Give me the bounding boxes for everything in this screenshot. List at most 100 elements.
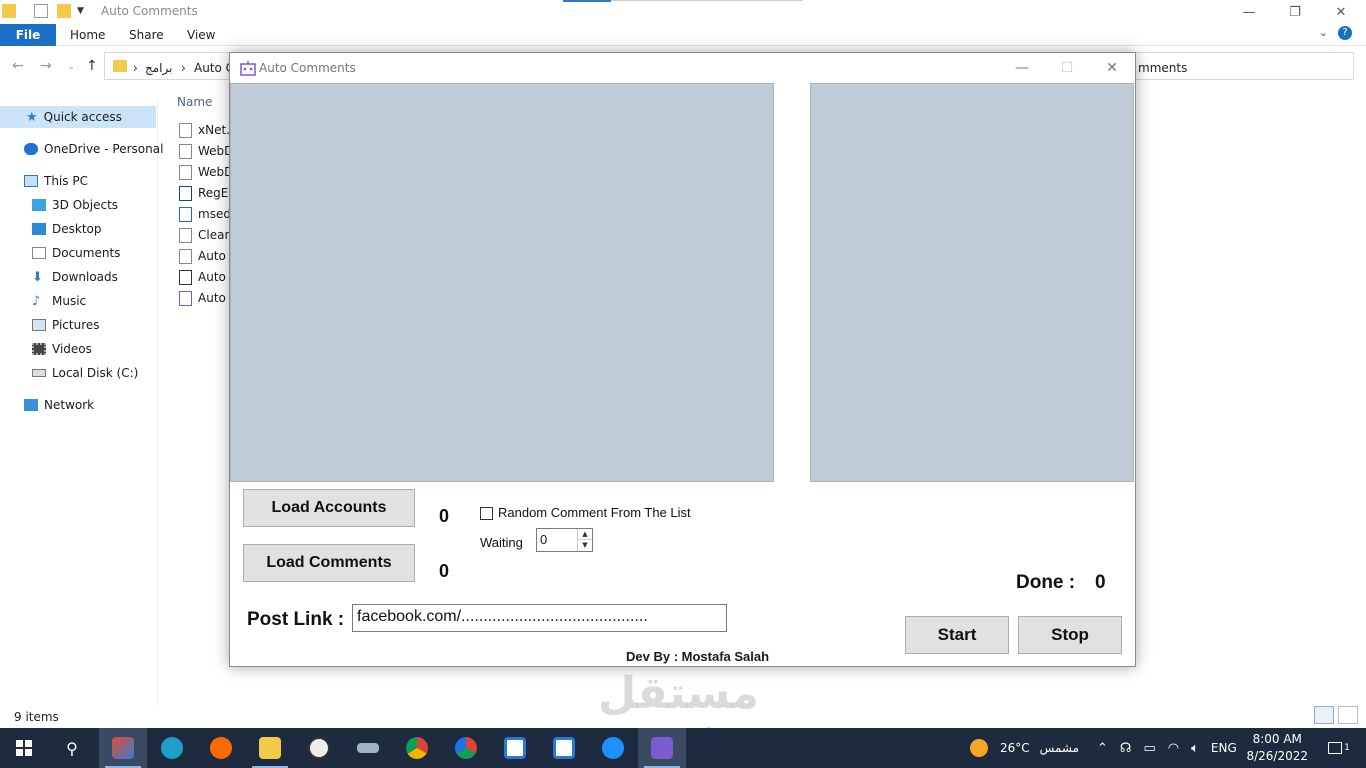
- close-button[interactable]: ✕: [1089, 53, 1135, 83]
- taskbar-app-tool[interactable]: [99, 728, 147, 768]
- accounts-panel[interactable]: [230, 83, 774, 482]
- taskbar-app-edge[interactable]: [148, 728, 196, 768]
- dialog-title: Auto Comments: [259, 61, 356, 75]
- folder-icon: [2, 4, 16, 18]
- column-header-name[interactable]: Name: [177, 95, 212, 109]
- taskbar-app-soundcloud[interactable]: [197, 728, 245, 768]
- folder-icon: [113, 60, 127, 72]
- taskbar-app-ship[interactable]: [344, 728, 392, 768]
- file-icon: [179, 164, 192, 180]
- chevron-up-icon[interactable]: ⌃: [1097, 741, 1108, 756]
- notification-center[interactable]: 1: [1324, 728, 1354, 768]
- file-item[interactable]: WebD: [179, 162, 233, 182]
- sidebar-item-music[interactable]: ♪ Music: [0, 290, 156, 312]
- clock[interactable]: 8:00 AM 8/26/2022: [1246, 731, 1308, 765]
- sidebar-item-videos[interactable]: Videos: [0, 338, 156, 360]
- recent-locations-icon[interactable]: ⌄: [68, 62, 75, 71]
- large-icons-view-button[interactable]: [1338, 706, 1358, 724]
- details-view-button[interactable]: [1314, 706, 1334, 724]
- ribbon-collapse-icon[interactable]: ⌄: [1319, 26, 1328, 40]
- taskbar-app-chrome[interactable]: [393, 728, 441, 768]
- file-item[interactable]: Clean: [179, 225, 232, 245]
- tab-share[interactable]: Share: [129, 24, 164, 46]
- battery-icon[interactable]: ▭: [1143, 741, 1155, 756]
- waiting-stepper[interactable]: 0 ▲ ▼: [536, 528, 593, 552]
- system-tray: ⌃ ☊ ▭ ◠ 🔈︎ ENG: [1097, 728, 1237, 768]
- taskbar-app-window-2[interactable]: [540, 728, 588, 768]
- view-toggle: [1314, 706, 1358, 724]
- sidebar-item-3d-objects[interactable]: 3D Objects: [0, 194, 156, 216]
- ribbon-tabs: File Home Share View ⌄ ?: [0, 24, 1366, 46]
- sidebar-item-quick-access[interactable]: ★ Quick access: [0, 106, 156, 128]
- taskbar-app-window-1[interactable]: [491, 728, 539, 768]
- sidebar-item-pictures[interactable]: Pictures: [0, 314, 156, 336]
- post-link-input[interactable]: facebook.com/...........................…: [352, 604, 727, 632]
- taskbar-app-dollar[interactable]: [589, 728, 637, 768]
- breadcrumb-item[interactable]: برامج: [145, 61, 172, 75]
- sidebar-item-label: OneDrive - Personal: [44, 142, 164, 156]
- explorer-maximize-button[interactable]: ❐: [1272, 0, 1318, 24]
- file-item[interactable]: WebD: [179, 141, 233, 161]
- load-accounts-button[interactable]: Load Accounts: [243, 489, 415, 527]
- sidebar-item-documents[interactable]: Documents: [0, 242, 156, 264]
- explorer-close-button[interactable]: ✕: [1318, 0, 1364, 24]
- sidebar-item-desktop[interactable]: Desktop: [0, 218, 156, 240]
- file-item[interactable]: RegEx: [179, 183, 235, 203]
- watermark-arabic: مستقل: [598, 668, 759, 719]
- stepper-down-icon[interactable]: ▼: [578, 540, 592, 551]
- properties-icon[interactable]: [34, 4, 48, 18]
- accounts-count: 0: [439, 506, 450, 526]
- tab-file[interactable]: File: [0, 24, 56, 46]
- random-comment-checkbox[interactable]: [480, 507, 493, 520]
- wifi-icon[interactable]: ◠: [1168, 741, 1179, 756]
- sidebar-item-label: Pictures: [52, 318, 100, 332]
- app-file-icon: [179, 290, 192, 306]
- start-button[interactable]: Start: [905, 616, 1009, 654]
- stop-button[interactable]: Stop: [1018, 616, 1122, 654]
- help-icon[interactable]: ?: [1338, 26, 1352, 40]
- sidebar-item-downloads[interactable]: ⬇ Downloads: [0, 266, 156, 288]
- taskbar-app-chrome-2[interactable]: [442, 728, 490, 768]
- minimize-button[interactable]: —: [999, 53, 1045, 83]
- chrome-icon: [406, 737, 428, 759]
- new-folder-icon[interactable]: [57, 4, 71, 18]
- cloud-icon: [24, 143, 38, 155]
- explorer-titlebar: ▼ Auto Comments — ❐ ✕: [0, 0, 1366, 24]
- notification-count: 1: [1344, 743, 1350, 753]
- forward-arrow-icon[interactable]: →: [40, 58, 52, 74]
- sidebar-item-network[interactable]: Network: [0, 394, 156, 416]
- start-button-windows[interactable]: [0, 728, 48, 768]
- sidebar-item-this-pc[interactable]: This PC: [0, 170, 156, 192]
- volume-icon[interactable]: 🔈︎: [1191, 741, 1199, 756]
- comments-panel[interactable]: [810, 83, 1134, 482]
- stepper-up-icon[interactable]: ▲: [578, 529, 592, 540]
- config-file-icon: [179, 269, 192, 285]
- download-icon: ⬇: [32, 269, 43, 285]
- explorer-minimize-button[interactable]: —: [1226, 0, 1272, 24]
- disk-icon: [32, 369, 46, 377]
- taskbar-app-auto-comments[interactable]: [638, 728, 686, 768]
- document-icon: [32, 247, 46, 259]
- quick-access-dropdown-icon[interactable]: ▼: [77, 6, 91, 20]
- breadcrumb-separator: ›: [181, 61, 186, 75]
- sidebar-item-onedrive[interactable]: OneDrive - Personal: [0, 138, 163, 160]
- up-arrow-icon[interactable]: ↑: [86, 58, 98, 74]
- taskbar-app-clock[interactable]: [295, 728, 343, 768]
- tab-view[interactable]: View: [187, 24, 215, 46]
- back-arrow-icon[interactable]: ←: [12, 58, 24, 74]
- language-indicator[interactable]: ENG: [1211, 741, 1237, 755]
- auto-comments-app-icon: [651, 737, 673, 759]
- sidebar-item-label: Music: [52, 294, 87, 308]
- random-comment-label: Random Comment From The List: [498, 505, 691, 520]
- file-icon: [179, 122, 192, 138]
- taskbar-app-explorer[interactable]: [246, 728, 294, 768]
- weather-widget[interactable]: 26°C مشمس: [970, 728, 1079, 768]
- network-icon: [24, 399, 38, 411]
- tab-home[interactable]: Home: [70, 24, 105, 46]
- search-button[interactable]: ⚲: [48, 728, 96, 768]
- headset-icon[interactable]: ☊: [1120, 741, 1132, 756]
- maximize-button[interactable]: ☐: [1044, 53, 1090, 83]
- load-comments-button[interactable]: Load Comments: [243, 544, 415, 582]
- sidebar-item-label: Documents: [52, 246, 121, 260]
- sidebar-item-local-disk[interactable]: Local Disk (C:): [0, 362, 156, 384]
